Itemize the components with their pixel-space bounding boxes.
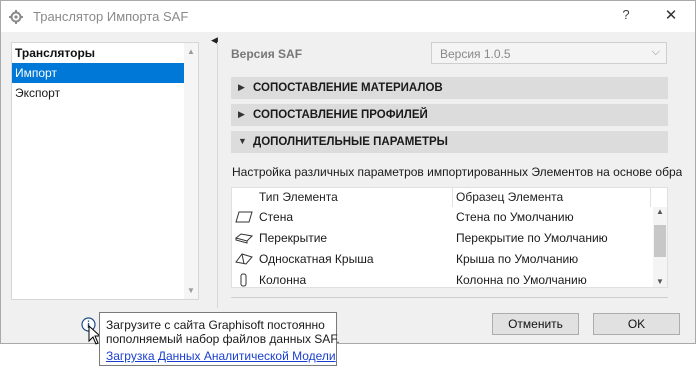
sample-element-cell[interactable]: Колонна по Умолчанию bbox=[456, 273, 587, 287]
column-icon bbox=[240, 273, 247, 287]
scroll-up-arrow-icon[interactable]: ▲ bbox=[187, 47, 195, 56]
element-type-cell: Перекрытие bbox=[259, 231, 328, 245]
section-profile-mapping[interactable]: ▶ СОПОСТАВЛЕНИЕ ПРОФИЛЕЙ bbox=[231, 104, 668, 126]
sample-element-cell[interactable]: Крыша по Умолчанию bbox=[456, 252, 578, 266]
wall-icon bbox=[235, 211, 253, 223]
tooltip-line-1: Загрузите с сайта Graphisoft постоянно bbox=[106, 318, 325, 332]
info-tooltip: Загрузите с сайта Graphisoft постоянно п… bbox=[99, 312, 340, 366]
collapsed-arrow-icon: ▶ bbox=[238, 109, 245, 119]
chevron-down-icon: ⌵ bbox=[651, 46, 660, 58]
section-label: СОПОСТАВЛЕНИЕ ПРОФИЛЕЙ bbox=[253, 109, 428, 121]
section-description: Настройка различных параметров импортиро… bbox=[232, 165, 682, 179]
app-gear-icon bbox=[9, 10, 23, 24]
ok-button[interactable]: OK bbox=[593, 313, 680, 335]
element-type-cell: Стена bbox=[259, 210, 294, 224]
section-material-mapping[interactable]: ▶ СОПОСТАВЛЕНИЕ МАТЕРИАЛОВ bbox=[231, 77, 668, 99]
download-analytical-model-link[interactable]: Загрузка Данных Аналитической Модели bbox=[106, 349, 336, 363]
slab-icon bbox=[235, 233, 253, 244]
column-divider[interactable] bbox=[452, 188, 453, 207]
version-select-value: Версия 1.0.5 bbox=[440, 47, 511, 61]
table-row[interactable]: Стена Стена по Умолчанию bbox=[232, 207, 654, 228]
panel-divider[interactable] bbox=[217, 42, 218, 308]
sidebar-item-export[interactable]: Экспорт bbox=[12, 83, 186, 103]
title-bar: Транслятор Импорта SAF ? ✕ bbox=[1, 1, 695, 32]
scroll-down-arrow-icon[interactable]: ▼ bbox=[656, 277, 664, 286]
sidebar-item-label: Экспорт bbox=[15, 86, 61, 100]
cancel-button[interactable]: Отменить bbox=[492, 313, 579, 335]
roof-icon bbox=[235, 253, 253, 265]
scroll-up-arrow-icon[interactable]: ▲ bbox=[656, 207, 664, 216]
section-label: СОПОСТАВЛЕНИЕ МАТЕРИАЛОВ bbox=[253, 82, 443, 94]
collapsed-arrow-icon: ▶ bbox=[238, 82, 245, 92]
section-label: ДОПОЛНИТЕЛЬНЫЕ ПАРАМЕТРЫ bbox=[253, 136, 448, 148]
sidebar-item-import[interactable]: Импорт bbox=[12, 63, 186, 83]
element-type-cell: Односкатная Крыша bbox=[259, 252, 374, 266]
dialog-window: Транслятор Импорта SAF ? ✕ Трансляторы И… bbox=[0, 0, 696, 344]
sample-element-cell[interactable]: Перекрытие по Умолчанию bbox=[456, 231, 608, 245]
sidebar-item-label: Импорт bbox=[15, 66, 57, 80]
table-row[interactable]: Односкатная Крыша Крыша по Умолчанию bbox=[232, 249, 654, 270]
table-row[interactable]: Колонна Колонна по Умолчанию bbox=[232, 270, 654, 287]
sidebar-scrollbar[interactable]: ▲ ▼ bbox=[184, 43, 198, 299]
version-select[interactable]: Версия 1.0.5 ⌵ bbox=[431, 42, 667, 64]
help-button[interactable]: ? bbox=[618, 7, 634, 25]
column-header-sample-element[interactable]: Образец Элемента bbox=[456, 190, 563, 204]
translator-list: Трансляторы Импорт Экспорт ▲ ▼ bbox=[11, 42, 199, 300]
expanded-arrow-icon: ▼ bbox=[238, 136, 247, 146]
scroll-down-arrow-icon[interactable]: ▼ bbox=[187, 286, 195, 295]
column-header-element-type[interactable]: Тип Элемента bbox=[259, 190, 338, 204]
divider-line bbox=[231, 297, 668, 298]
section-additional-parameters[interactable]: ▼ ДОПОЛНИТЕЛЬНЫЕ ПАРАМЕТРЫ bbox=[231, 131, 668, 153]
column-divider[interactable] bbox=[650, 188, 651, 207]
window-title: Транслятор Импорта SAF bbox=[33, 9, 189, 24]
version-label: Версия SAF bbox=[231, 47, 303, 61]
table-scrollbar[interactable]: ▲ ▼ bbox=[653, 207, 667, 287]
close-button[interactable]: ✕ bbox=[659, 5, 683, 27]
tooltip-line-2: пополняемый набор файлов данных SAF. bbox=[106, 332, 340, 346]
table-row[interactable]: Перекрытие Перекрытие по Умолчанию bbox=[232, 228, 654, 249]
scrollbar-thumb[interactable] bbox=[654, 225, 666, 257]
element-mapping-table: Тип Элемента Образец Элемента Стена Стен… bbox=[231, 187, 668, 288]
sample-element-cell[interactable]: Стена по Умолчанию bbox=[456, 210, 574, 224]
element-type-cell: Колонна bbox=[259, 273, 307, 287]
translator-list-header: Трансляторы bbox=[15, 46, 96, 60]
